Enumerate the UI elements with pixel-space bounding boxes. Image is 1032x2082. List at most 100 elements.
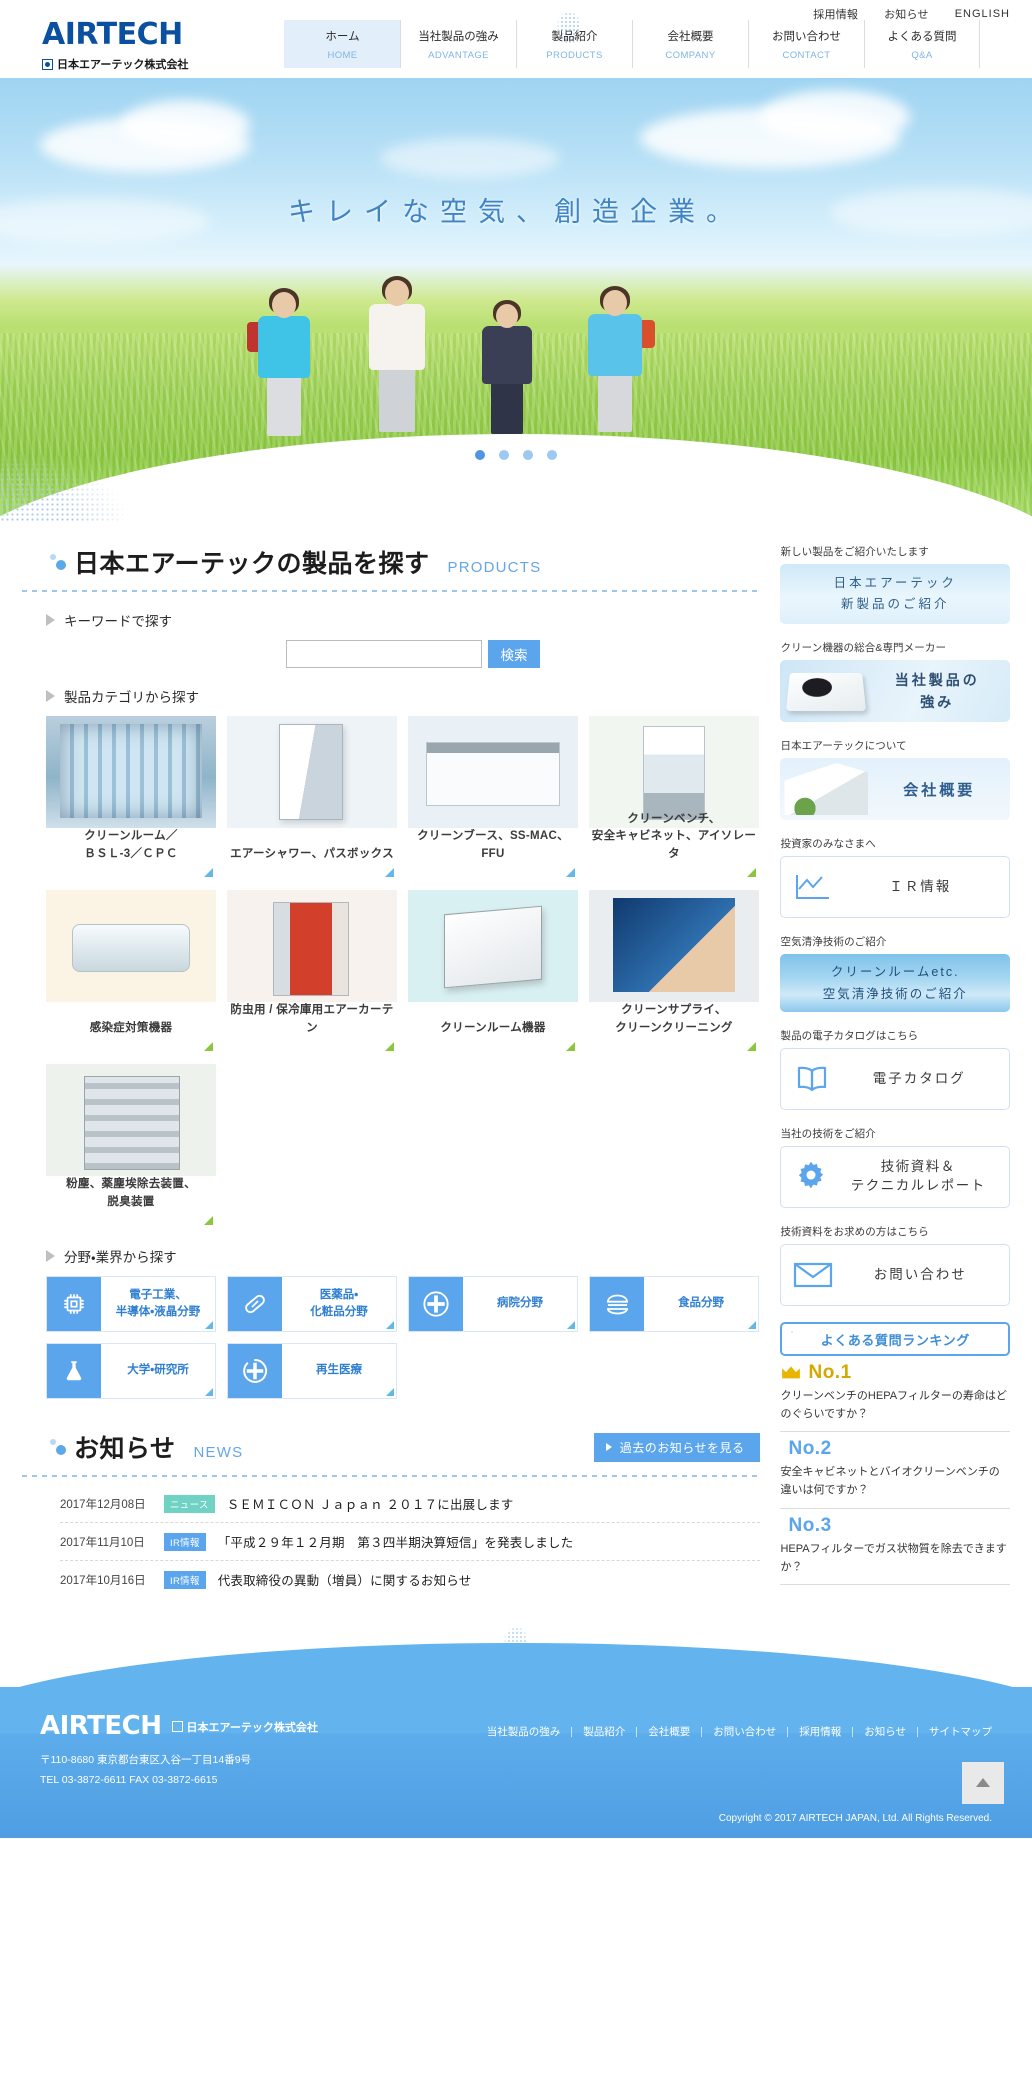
field-search-label-row: 分野・業界から探す [46, 1246, 760, 1266]
sidebar-block-faq: よくある質問ランキング No.1 クリーンベンチのHEPAフィルターの寿命はどの… [780, 1322, 1010, 1585]
sidebar-caption: 当社の技術をご紹介 [780, 1128, 876, 1140]
banner-company-profile[interactable]: 会社概要 [780, 758, 1010, 820]
category-label: 粉塵、薬塵埃除去装置、 脱臭装置 [66, 1178, 196, 1209]
hero-dot-4[interactable] [547, 450, 557, 460]
product-photo [786, 672, 867, 712]
category-card-aircurtain[interactable]: 防虫用 / 保冷庫用エアーカーテン [227, 890, 397, 1054]
hero-dot-2[interactable] [499, 450, 509, 460]
search-input[interactable] [286, 640, 482, 668]
hero-dot-3[interactable] [523, 450, 533, 460]
corner-arrow-icon [204, 1042, 213, 1051]
sidebar-block-strength: クリーン機器の総合&専門メーカー 当社製品の 強み [780, 640, 1010, 722]
search-button[interactable]: 検索 [488, 640, 540, 668]
button-ir-info[interactable]: ＩＲ情報 [780, 856, 1010, 918]
faq-item[interactable]: No.1 クリーンベンチのHEPAフィルターの寿命はどのぐらいですか？ [780, 1356, 1010, 1433]
footer-link-news[interactable]: お知らせ [853, 1727, 918, 1738]
button-label-line1: 技術資料＆ [880, 1159, 956, 1175]
field-button-hospital[interactable]: 病院分野 [408, 1276, 578, 1332]
field-button-regenerative[interactable]: 再生医療 [227, 1343, 397, 1399]
field-button-food[interactable]: 食品分野 [589, 1276, 759, 1332]
button-contact[interactable]: お問い合わせ [780, 1244, 1010, 1306]
category-card-cleanroom[interactable]: クリーンルーム／ ＢＳＬ-3／ＣＰＣ [46, 716, 216, 880]
category-card-cleanroom-equipment[interactable]: クリーンルーム機器 [408, 890, 578, 1054]
sidebar-block-ir: 投資家のみなさまへ ＩＲ情報 [780, 836, 1010, 918]
category-card-airshower[interactable]: エアーシャワー、パスボックス [227, 716, 397, 880]
hero-pagination[interactable] [0, 450, 1032, 460]
site-logo[interactable]: AIRTECH 日本エアーテック株式会社 [42, 20, 188, 72]
hero-slider[interactable]: キレイな空気、創造企業。 [0, 78, 1032, 522]
footer-link-sitemap[interactable]: サイトマップ [918, 1727, 992, 1738]
field-button-pharma[interactable]: 医薬品・ 化粧品分野 [227, 1276, 397, 1332]
field-button-electronics[interactable]: 電子工業、 半導体・液晶分野 [46, 1276, 216, 1332]
book-icon [793, 1064, 831, 1094]
category-thumbnail [408, 890, 578, 1002]
banner-label-line1: 日本エアーテック [833, 575, 957, 590]
nav-label-en: PRODUCTS [546, 49, 603, 61]
news-item[interactable]: 2017年11月10日 IR情報 「平成２９年１２月期 第３四半期決算短信」を発… [60, 1523, 761, 1561]
news-date: 2017年11月10日 [60, 1536, 145, 1549]
button-technical-report[interactable]: 技術資料＆ テクニカルレポート [780, 1146, 1010, 1208]
news-tag: IR情報 [164, 1570, 206, 1589]
sidebar: 新しい製品をご紹介いたします 日本エアーテック 新製品のご紹介 クリーン機器の総… [780, 544, 1010, 1601]
button-e-catalog[interactable]: 電子カタログ [780, 1048, 1010, 1110]
banner-new-products[interactable]: 日本エアーテック 新製品のご紹介 [780, 564, 1010, 624]
faq-item[interactable]: No.2 安全キャビネットとバイオクリーンベンチの違いは何ですか？ [780, 1432, 1010, 1509]
field-button-university[interactable]: 大学・研究所 [46, 1343, 216, 1399]
sidebar-caption: 技術資料をお求めの方はこちら [780, 1226, 929, 1238]
news-text: 「平成２９年１２月期 第３四半期決算短信」を発表しました [217, 1536, 574, 1550]
footer-link-company[interactable]: 会社概要 [637, 1727, 703, 1738]
nav-item-advantage[interactable]: 当社製品の強み ADVANTAGE [400, 20, 516, 68]
footer-address-block: 〒110-8680 東京都台東区入谷一丁目14番9号 TEL 03-3872-6… [40, 1751, 992, 1791]
news-tag: IR情報 [164, 1532, 206, 1551]
banner-label-line1: クリーンルームetc. [830, 964, 960, 979]
nav-item-qa[interactable]: よくある質問 Q&A [864, 20, 980, 68]
sidebar-block-new-products: 新しい製品をご紹介いたします 日本エアーテック 新製品のご紹介 [780, 544, 1010, 624]
banner-air-purification[interactable]: クリーンルームetc. 空気清浄技術のご紹介 [780, 954, 1010, 1012]
banner-product-strength[interactable]: 当社製品の 強み [780, 660, 1010, 722]
child-figure [470, 296, 544, 436]
footer-logo[interactable]: AIRTECH [40, 1713, 162, 1739]
field-label: 再生医療 [316, 1364, 362, 1377]
sidebar-caption: クリーン機器の総合&専門メーカー [780, 642, 947, 654]
news-item[interactable]: 2017年12月08日 ニュース ＳＥＭＩＣＯＮ Ｊａｐａｎ ２０１７に出展しま… [60, 1485, 761, 1523]
footer-link-contact[interactable]: お問い合わせ [702, 1727, 789, 1738]
footer-link-products[interactable]: 製品紹介 [572, 1727, 638, 1738]
category-card-dust-removal[interactable]: 粉塵、薬塵埃除去装置、 脱臭装置 [46, 1064, 216, 1228]
banner-label-line2: 強み [920, 694, 955, 710]
category-card-cleansupply[interactable]: クリーンサプライ、 クリーンクリーニング [589, 890, 759, 1054]
regeneration-icon [228, 1344, 282, 1398]
view-past-news-button[interactable]: 過去のお知らせを見る [593, 1432, 761, 1462]
faq-ranking-heading[interactable]: よくある質問ランキング [780, 1322, 1010, 1356]
hero-dot-1[interactable] [475, 450, 485, 460]
faq-rank-label: No.1 [808, 1362, 852, 1383]
page-title: 日本エアーテックの製品を探す [74, 550, 430, 578]
site-header: 採用情報 お知らせ ENGLISH AIRTECH 日本エアーテック株式会社 ホ… [0, 0, 1032, 78]
nav-item-products[interactable]: 製品紹介 PRODUCTS [516, 20, 632, 68]
footer-link-recruit[interactable]: 採用情報 [788, 1727, 854, 1738]
scroll-to-top-button[interactable] [962, 1761, 1004, 1804]
corner-arrow-icon [747, 868, 756, 877]
cloud-decoration [760, 90, 910, 144]
category-search-label-row: 製品カテゴリから探す [46, 686, 760, 706]
field-label: 大学・研究所 [127, 1364, 189, 1377]
keyword-search-label: キーワードで探す [64, 614, 172, 629]
corner-arrow-icon [386, 1388, 394, 1396]
footer-link-advantage[interactable]: 当社製品の強み [476, 1727, 573, 1738]
nav-item-home[interactable]: ホーム HOME [284, 20, 400, 68]
category-card-cleanbench[interactable]: クリーンベンチ、 安全キャビネット、アイソレータ [589, 716, 759, 880]
utility-link-english[interactable]: ENGLISH [955, 8, 1010, 20]
button-label-line2: テクニカルレポート [850, 1178, 986, 1193]
faq-question: クリーンベンチのHEPAフィルターの寿命はどのぐらいですか？ [780, 1390, 1007, 1421]
faq-item[interactable]: No.3 HEPAフィルターでガス状物質を除去できますか？ [780, 1509, 1010, 1585]
category-label: 防虫用 / 保冷庫用エアーカーテン [230, 1004, 394, 1035]
corner-arrow-icon [566, 1042, 575, 1051]
news-item[interactable]: 2017年10月16日 IR情報 代表取締役の異動（増員）に関するお知らせ [60, 1561, 760, 1598]
sidebar-block-catalog: 製品の電子カタログはこちら 電子カタログ [780, 1028, 1010, 1110]
nav-item-contact[interactable]: お問い合わせ CONTACT [748, 20, 864, 68]
category-card-infection[interactable]: 感染症対策機器 [46, 890, 216, 1054]
products-section-header: 日本エアーテックの製品を探す PRODUCTS [22, 544, 760, 580]
banner-label-line2: 新製品のご紹介 [840, 597, 950, 611]
nav-item-company[interactable]: 会社概要 COMPANY [632, 20, 748, 68]
category-card-cleanbooth[interactable]: クリーンブース、SS-MAC、FFU [408, 716, 578, 880]
category-label: クリーンベンチ、 安全キャビネット、アイソレータ [591, 812, 757, 861]
